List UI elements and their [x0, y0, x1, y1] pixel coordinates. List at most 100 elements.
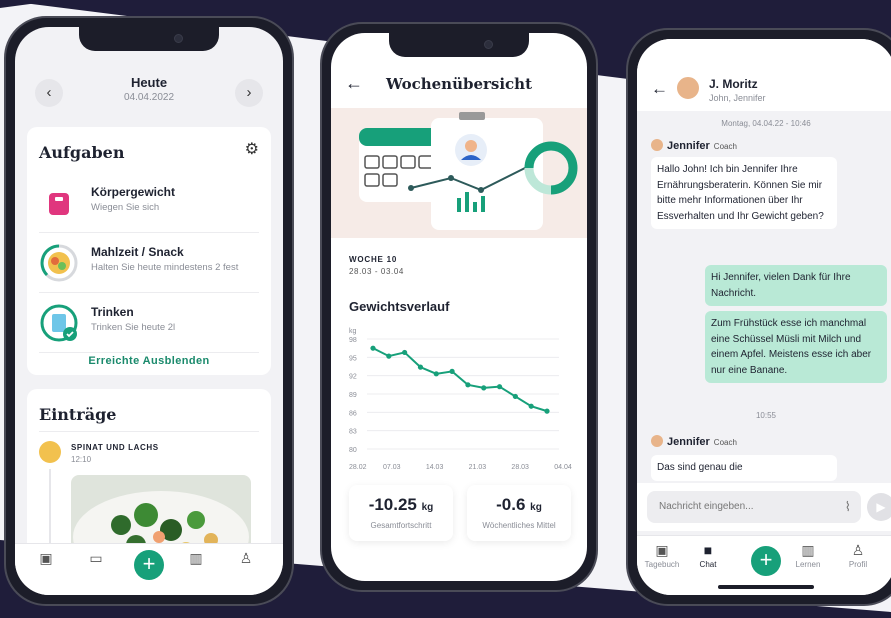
entry-title: SPINAT UND LACHS	[71, 443, 159, 452]
x-tick-label: 28.02	[349, 464, 367, 471]
stat-label: Wöchentliches Mittel	[482, 521, 556, 530]
y-tick-label: 98	[349, 337, 357, 344]
tab-label: Profil	[848, 560, 868, 569]
weekly-illustration	[331, 108, 587, 238]
avatar	[675, 75, 701, 101]
task-item[interactable]: Mahlzeit / Snack Halten Sie heute mindes…	[39, 233, 259, 293]
phone-notch	[79, 27, 219, 51]
bottom-tab-bar: ▣ Tagebuch ■ Chat + ▥ Lernen ♙ Profil	[637, 535, 891, 595]
page-title: Wochenübersicht	[385, 75, 533, 93]
stat-unit: kg	[421, 502, 434, 513]
tab-chat[interactable]: ■ Chat	[683, 542, 733, 569]
tab-label: Tagebuch	[644, 560, 680, 569]
stat-label: Gesamtfortschritt	[370, 521, 432, 530]
entries-title: Einträge	[39, 405, 117, 424]
data-point	[370, 345, 376, 351]
home-indicator	[718, 585, 814, 589]
sender-label: Jennifer Coach	[651, 435, 737, 448]
data-point	[544, 408, 550, 414]
x-tick-label: 21.03	[469, 464, 487, 471]
chat-participants: John, Jennifer	[709, 93, 766, 103]
x-tick-label: 04.04	[554, 464, 572, 471]
chevron-left-icon[interactable]: ‹	[35, 79, 63, 107]
tab-label: Lernen	[795, 560, 821, 569]
message-incoming: Das sind genau die	[651, 455, 837, 481]
sender-label: Jennifer Coach	[651, 139, 737, 152]
stat-total-progress: -10.25 kg Gesamtfortschritt	[349, 485, 453, 541]
y-tick-label: 80	[349, 447, 357, 454]
person-icon: ♙	[239, 550, 253, 566]
message-input[interactable]: Nachricht eingeben... ⌇	[647, 491, 861, 523]
stat-value: -10.25	[368, 495, 417, 514]
phone-daily-overview: ‹ Heute 04.04.2022 › Aufgaben ⚙ Körperge…	[4, 16, 294, 606]
chevron-right-icon[interactable]: ›	[235, 79, 263, 107]
x-tick-label: 07.03	[383, 464, 401, 471]
task-item[interactable]: Trinken Trinken Sie heute 2l	[39, 293, 259, 353]
task-title: Trinken	[91, 305, 134, 319]
scale-icon	[39, 183, 79, 223]
chart-title: Gewichtsverlauf	[349, 299, 450, 314]
task-title: Körpergewicht	[91, 185, 176, 199]
screen-chat: ← J. Moritz John, Jennifer Montag, 04.04…	[637, 39, 891, 595]
clipboard-icon: ▣	[655, 542, 669, 558]
chat-icon: ■	[703, 542, 713, 558]
task-subtitle: Halten Sie heute mindestens 2 fest	[91, 262, 239, 273]
y-tick-label: 83	[349, 429, 357, 436]
avatar	[651, 435, 663, 447]
water-glass-icon	[39, 303, 79, 343]
book-icon: ▥	[189, 550, 203, 566]
stat-value: -0.6	[496, 495, 526, 514]
y-tick-label: 86	[349, 410, 357, 417]
tab-learn[interactable]: ▥ Lernen	[783, 542, 833, 569]
data-point	[528, 403, 534, 409]
stat-unit: kg	[530, 502, 542, 513]
y-axis-unit: kg	[349, 328, 357, 335]
entry-time: 12:10	[71, 455, 92, 464]
time-stamp: 10:55	[755, 411, 777, 420]
tasks-title: Aufgaben	[39, 143, 125, 162]
weight-line-chart: kg 98 95 92 89 86 83 80 28.02 07.03 14.03 21.03 28.0…	[349, 328, 572, 471]
arrow-left-icon[interactable]: ←	[651, 79, 668, 99]
tab-profile[interactable]: ♙	[221, 550, 271, 568]
meal-icon	[39, 441, 61, 463]
date-stamp: Montag, 04.04.22 - 10:46	[721, 119, 811, 128]
message-input-placeholder: Nachricht eingeben...	[659, 501, 754, 512]
chat-icon: ▭	[89, 550, 103, 566]
data-point	[465, 382, 471, 388]
data-point	[386, 353, 392, 359]
sender-role: Coach	[713, 438, 737, 447]
data-point	[417, 364, 424, 370]
contact-name: J. Moritz	[709, 77, 758, 91]
task-title: Mahlzeit / Snack	[91, 245, 184, 259]
week-range: 28.03 - 03.04	[349, 267, 404, 276]
data-point	[449, 368, 455, 374]
message-outgoing: Hi Jennifer, vielen Dank für Ihre Nachri…	[705, 265, 887, 306]
clipboard-icon: ▣	[39, 550, 53, 566]
tab-profile[interactable]: ♙ Profil	[833, 542, 883, 569]
tab-chat[interactable]: ▭	[71, 550, 121, 568]
screen-today: ‹ Heute 04.04.2022 › Aufgaben ⚙ Körperge…	[15, 27, 283, 595]
phone-notch	[389, 33, 529, 57]
book-icon: ▥	[801, 542, 815, 558]
tab-diary[interactable]: ▣ Tagebuch	[637, 542, 687, 569]
send-button[interactable]: ▶	[867, 493, 891, 521]
sender-role: Coach	[713, 142, 737, 151]
avatar	[651, 139, 663, 151]
paperclip-icon[interactable]: ⌇	[845, 499, 851, 515]
gear-icon[interactable]: ⚙	[245, 139, 259, 159]
tab-learn[interactable]: ▥	[171, 550, 221, 568]
hide-completed-link[interactable]: Erreichte Ausblenden	[27, 355, 271, 367]
sender-name: Jennifer	[667, 436, 710, 448]
y-tick-label: 95	[349, 355, 357, 362]
task-item[interactable]: Körpergewicht Wiegen Sie sich	[39, 173, 259, 233]
day-header: ‹ Heute 04.04.2022 ›	[15, 67, 283, 127]
add-button[interactable]: +	[134, 550, 164, 580]
tab-diary[interactable]: ▣	[21, 550, 71, 568]
sender-name: Jennifer	[667, 140, 710, 152]
phone-chat: ← J. Moritz John, Jennifer Montag, 04.04…	[626, 28, 891, 606]
data-point	[433, 371, 439, 377]
add-button[interactable]: +	[751, 546, 781, 576]
phone-weekly-overview: ← Wochenübersicht WOCHE 10 28.03 - 03.04…	[320, 22, 598, 592]
screen-weekly: ← Wochenübersicht WOCHE 10 28.03 - 03.04…	[331, 33, 587, 581]
stat-weekly-average: -0.6 kg Wöchentliches Mittel	[467, 485, 571, 541]
